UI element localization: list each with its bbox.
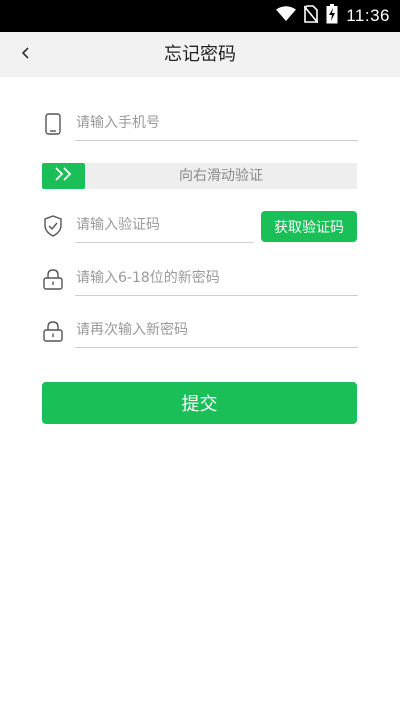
chevron-left-icon <box>20 45 32 64</box>
confirm-password-input[interactable] <box>75 313 358 348</box>
nav-bar: 忘记密码 <box>0 32 400 77</box>
double-chevron-right-icon <box>53 166 75 186</box>
code-input[interactable] <box>75 208 254 243</box>
phone-input[interactable] <box>75 106 358 141</box>
shield-check-icon <box>42 214 64 238</box>
get-code-button[interactable]: 获取验证码 <box>261 211 357 242</box>
phone-icon <box>42 112 64 136</box>
lock-icon <box>42 267 64 291</box>
slide-verify[interactable]: 向右滑动验证 <box>42 163 357 189</box>
wifi-icon <box>276 6 297 26</box>
lock-icon <box>42 319 64 343</box>
back-button[interactable] <box>12 40 40 68</box>
submit-button[interactable]: 提交 <box>42 382 357 424</box>
page-title: 忘记密码 <box>164 44 236 65</box>
no-sim-icon <box>303 5 319 27</box>
new-password-row <box>42 261 358 297</box>
battery-charging-icon <box>326 4 338 28</box>
new-password-input[interactable] <box>75 261 358 296</box>
code-row <box>42 208 254 244</box>
status-icons: 11:36 <box>276 0 390 32</box>
phone-row <box>42 106 358 142</box>
status-time: 11:36 <box>346 6 390 25</box>
confirm-password-row <box>42 313 358 349</box>
slider-label: 向右滑动验证 <box>179 168 263 184</box>
slider-handle[interactable] <box>42 163 85 189</box>
status-bar: 11:36 <box>0 0 400 32</box>
